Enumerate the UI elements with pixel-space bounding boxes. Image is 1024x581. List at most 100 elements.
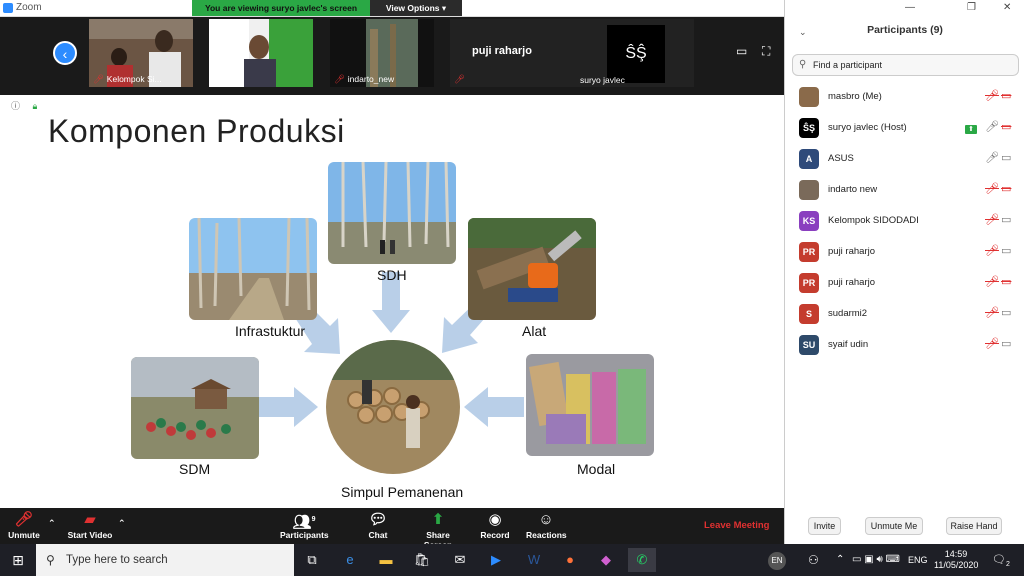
reactions-button[interactable]: ☺ Reactions [526,510,567,540]
task-view-icon[interactable]: ⧉ [298,548,326,572]
edge-icon[interactable]: e [336,548,364,572]
whatsapp-icon[interactable]: ✆ [628,548,656,572]
taskbar-search-input[interactable]: ⚲ Type here to search [36,544,294,576]
participant-avatar: PR [799,273,819,293]
video-off-icon[interactable]: ▭ [1001,182,1011,195]
video-off-icon[interactable]: ▭ [1001,89,1011,102]
mail-icon[interactable]: ✉ [446,548,474,572]
participant-row[interactable]: A ASUS 🎤︎ ▭ [785,144,1024,175]
unmute-label: Unmute [8,530,40,540]
fullscreen-icon[interactable]: ⛶ [762,44,770,59]
mic-muted-icon[interactable]: 🎤︎ [985,337,999,350]
chat-icon: 💬︎ [368,511,388,528]
word-icon[interactable]: W [520,548,548,572]
unmute-button[interactable]: 🎤︎ Unmute [6,510,42,540]
video-icon[interactable]: ▭ [1001,306,1011,319]
video-icon[interactable]: ▭ [1001,213,1011,226]
mic-icon[interactable]: 🎤︎ [985,120,999,133]
show-hidden-icons-chevron-icon[interactable]: ⌃ [836,544,844,576]
video-icon[interactable]: ▭ [1001,151,1011,164]
start-video-label: Start Video [67,530,113,540]
participant-row[interactable]: PR puji raharjo 🎤︎ ▭ [785,237,1024,268]
participant-avatar: KS [799,211,819,231]
windows-taskbar: ⊞ ⚲ Type here to search ⧉ e ▬ 🛍︎ ✉ ▶ W ●… [0,544,1024,576]
participant-row[interactable]: masbro (Me) 🎤︎ ▭ [785,82,1024,113]
mic-muted-icon[interactable]: 🎤︎ [985,306,999,319]
video-thumbnail[interactable]: ŜŞ̂ suryo javlec [552,19,694,87]
participant-row[interactable]: Ssudarmi2 🎤︎ ▭ [785,299,1024,330]
layout-icon[interactable]: ▭ [736,44,747,58]
mic-muted-icon: 🎤︎ [454,74,465,84]
language-badge[interactable]: EN [768,544,786,576]
video-strip: ‹ 🎤︎Kelompok Si... ASUS 🎤︎indarto_new [0,17,784,95]
video-off-icon[interactable]: ▭ [1001,275,1011,288]
label-infrastruktur: Infrastuktur [235,323,306,339]
label-sdm: SDM [179,461,211,477]
participant-name: puji raharjo [828,277,875,288]
store-icon[interactable]: 🛍︎ [408,548,436,572]
alat-photo [468,218,596,320]
participant-row[interactable]: SU syaif udin 🎤︎ ▭ [785,330,1024,361]
participant-row[interactable]: PR puji raharjo 🎤︎ ▭ [785,268,1024,299]
input-language[interactable]: ENG [908,544,928,576]
audio-options-chevron-icon[interactable]: ⌃ [48,518,56,529]
leave-meeting-button[interactable]: Leave Meeting [704,520,769,531]
maximize-icon[interactable]: ❐ [967,2,976,13]
people-icon[interactable]: ⚇ [808,544,819,576]
video-off-icon[interactable]: ▭ [1001,120,1011,133]
mic-muted-icon[interactable]: 🎤︎ [985,182,999,195]
zoom-app-icon[interactable]: ▶ [482,548,510,572]
start-button[interactable]: ⊞ [0,544,36,576]
view-options-label: View Options [385,3,440,13]
label-sdh: SDH [377,267,407,283]
video-icon[interactable]: ▭ [1001,337,1011,350]
paint-3d-icon[interactable]: ◆ [592,548,620,572]
chat-button[interactable]: 💬︎ Chat [362,510,394,540]
participant-search-input[interactable]: ⚲ Find a participant [792,54,1019,76]
video-thumbnail[interactable]: ASUS [209,19,313,87]
video-thumbnail[interactable]: 🎤︎ Kelompok Si... [89,19,193,87]
viewing-screen-banner: You are viewing suryo javlec's screen [192,0,370,16]
search-placeholder: Find a participant [813,60,883,70]
record-label: Record [480,530,510,540]
mic-muted-icon[interactable]: 🎤︎ [985,213,999,226]
participant-row[interactable]: indarto new 🎤︎ ▭ [785,175,1024,206]
previous-page-button[interactable]: ‹ [53,41,77,65]
system-tray-icons[interactable]: ▭ ▣ 🔊︎ ⌨ [852,544,900,576]
video-icon[interactable]: ▭ [1001,244,1011,257]
participant-name: indarto new [828,184,878,195]
video-thumbnail[interactable]: puji raharjo 🎤︎ [450,19,554,87]
notifications-icon[interactable]: 🗨︎2 [992,544,1010,576]
raise-hand-button[interactable]: Raise Hand [946,517,1002,535]
participant-row[interactable]: KS Kelompok SIDODADI 🎤︎ ▭ [785,206,1024,237]
video-options-chevron-icon[interactable]: ⌃ [118,518,126,529]
start-video-button[interactable]: ▰ Start Video [66,510,114,540]
participant-avatar: SU [799,335,819,355]
view-options-button[interactable]: View Options ▾ [370,0,462,16]
participants-button[interactable]: 👥︎9 Participants [280,510,329,540]
share-screen-icon: ⬆ [431,511,445,528]
file-explorer-icon[interactable]: ▬ [372,548,400,572]
windows-icon: ⊞ [12,552,24,568]
thumbnail-label: 🎤︎ Kelompok Si... [93,74,162,84]
participants-icon: 👥︎9 [292,514,316,531]
clock[interactable]: 14:59 11/05/2020 [934,544,978,576]
firefox-icon[interactable]: ● [556,548,584,572]
mic-muted-icon[interactable]: 🎤︎ [985,89,999,102]
mic-muted-icon[interactable]: 🎤︎ [985,244,999,257]
mic-icon[interactable]: 🎤︎ [985,151,999,164]
minimize-icon[interactable]: — [905,2,915,13]
app-title: Zoom [16,2,42,13]
participant-avatar: S [799,304,819,324]
participant-name: syaif udin [828,339,869,350]
video-thumbnail[interactable]: 🎤︎ indarto_new [330,19,434,87]
close-icon[interactable]: ✕ [1003,2,1011,13]
participant-name: puji raharjo [828,246,875,257]
invite-button[interactable]: Invite [808,517,841,535]
participant-row[interactable]: ŜŞ suryo javlec (Host) ⬆ 🎤︎ ▭ [785,113,1024,144]
search-icon: ⚲ [46,553,55,567]
mic-muted-icon[interactable]: 🎤︎ [985,275,999,288]
unmute-me-button[interactable]: Unmute Me [865,517,923,535]
screen-sharing-icon: ⬆ [965,122,977,134]
record-button[interactable]: ◉ Record [480,510,510,540]
